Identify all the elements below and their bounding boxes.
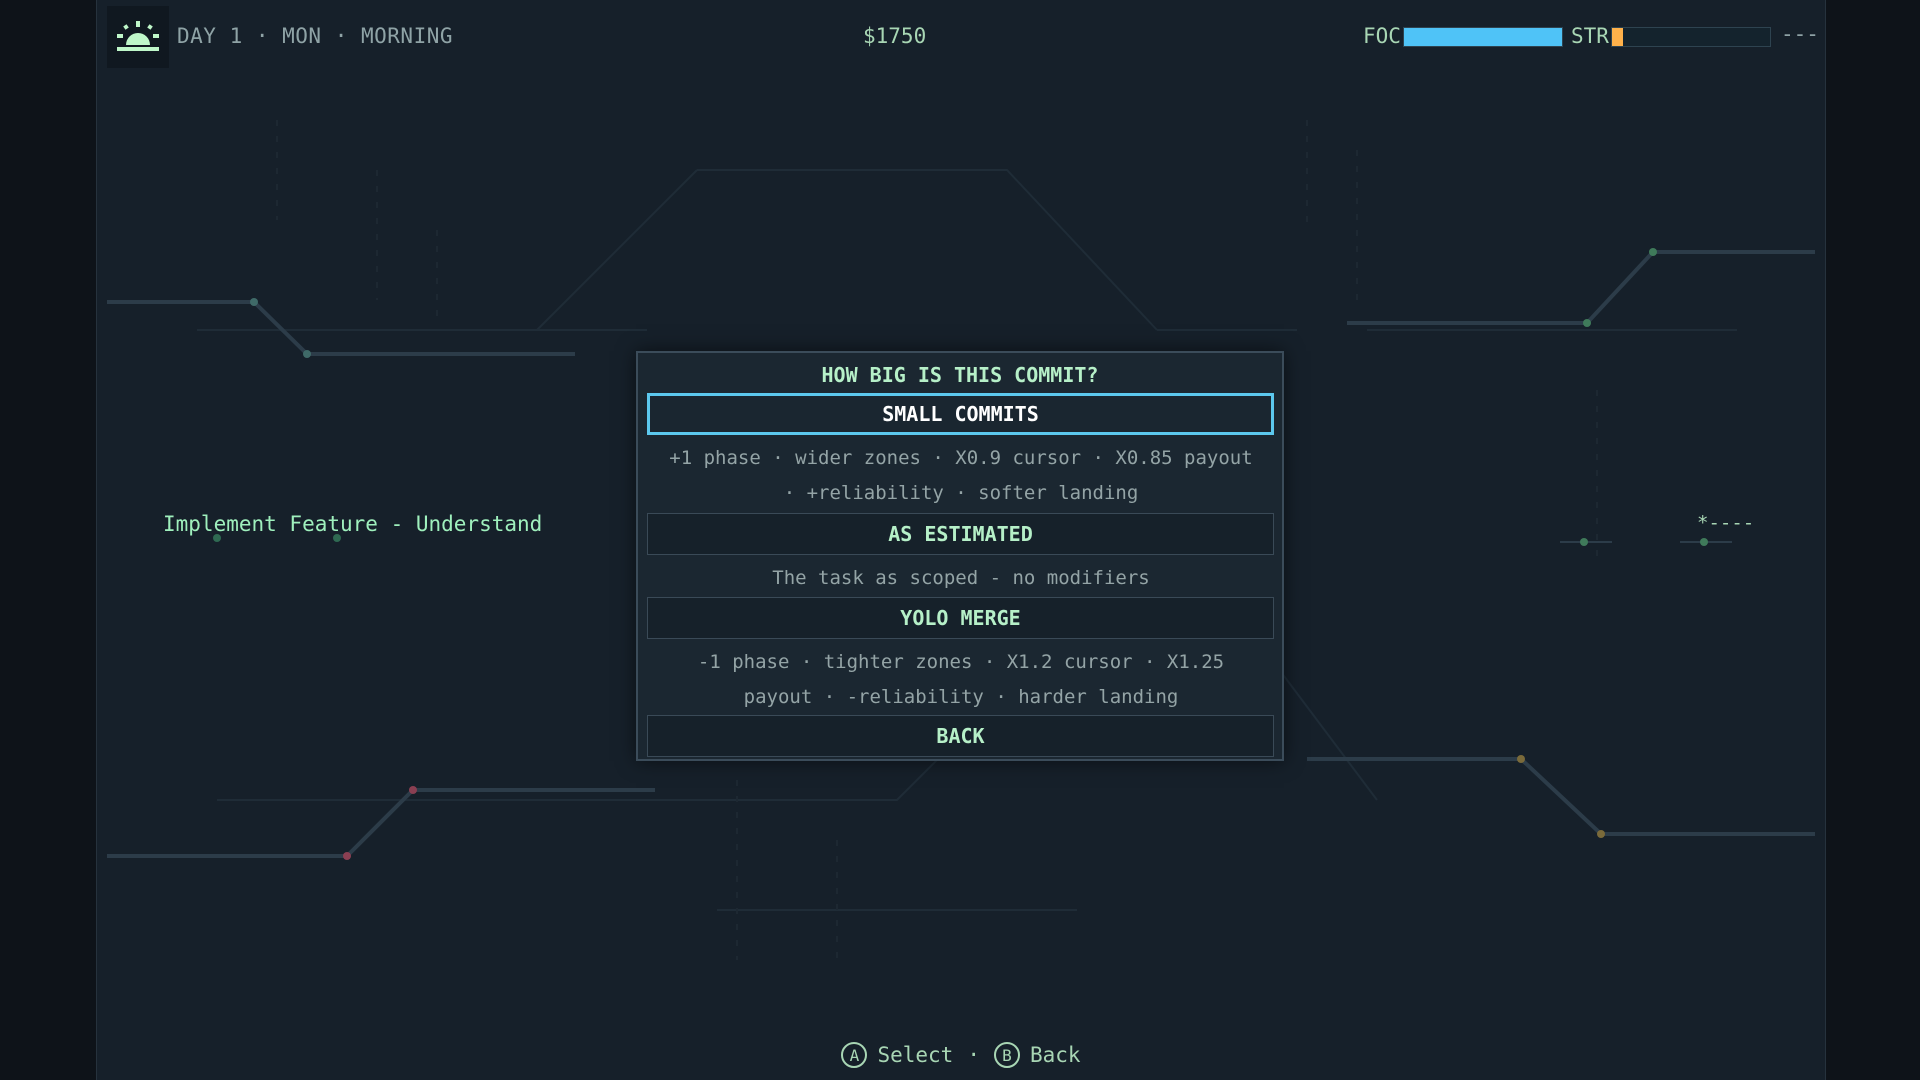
a-button-icon: A — [841, 1042, 868, 1068]
small-commits-desc-line-1: +1 phase · wider zones · X0.9 cursor · X… — [669, 447, 1253, 469]
commit-size-dialog: HOW BIG IS THIS COMMIT? SMALL COMMITS +1… — [636, 351, 1284, 761]
as-estimated-label: AS ESTIMATED — [888, 522, 1033, 546]
time-of-day: DAY 1 · MON · MORNING — [177, 24, 454, 48]
sunrise-icon — [107, 6, 169, 68]
yolo-merge-desc-line-2: payout · -reliability · harder landing — [743, 686, 1179, 708]
small-commits-desc-line-2: · +reliability · softer landing — [783, 482, 1139, 504]
yolo-merge-description: -1 phase · tighter zones · X1.2 cursor ·… — [652, 645, 1270, 715]
connector-top-right — [1347, 248, 1815, 327]
focus-meter-fill — [1404, 28, 1562, 46]
b-button-icon: B — [993, 1042, 1020, 1068]
yolo-merge-label: YOLO MERGE — [900, 606, 1021, 630]
task-label: Implement Feature - Understand — [163, 512, 543, 536]
as-estimated-option[interactable]: AS ESTIMATED — [647, 513, 1274, 555]
game-viewport: DAY 1 · MON · MORNING $1750 FOC STR --- … — [96, 0, 1826, 1080]
yolo-merge-option[interactable]: YOLO MERGE — [647, 597, 1274, 639]
stress-meter-fill — [1612, 28, 1624, 46]
as-estimated-desc-line-1: The task as scoped - no modifiers — [772, 567, 1150, 589]
hud-extra-indicator: --- — [1781, 22, 1819, 46]
back-option-label: BACK — [936, 724, 985, 748]
as-estimated-description: The task as scoped - no modifiers — [652, 561, 1270, 596]
stress-meter — [1611, 27, 1771, 47]
controls-hint: A Select · B Back — [97, 1042, 1825, 1068]
focus-label: FOC — [1363, 24, 1401, 48]
small-commits-description: +1 phase · wider zones · X0.9 cursor · X… — [652, 441, 1270, 511]
connector-top-left — [107, 298, 575, 358]
hint-separator: · — [967, 1043, 980, 1067]
select-hint: Select — [877, 1043, 954, 1067]
small-commits-option[interactable]: SMALL COMMITS — [647, 393, 1274, 435]
stress-label: STR — [1571, 24, 1609, 48]
small-commits-label: SMALL COMMITS — [882, 402, 1039, 426]
money-counter: $1750 — [863, 24, 927, 48]
back-option[interactable]: BACK — [647, 715, 1274, 757]
back-hint: Back — [1029, 1043, 1081, 1067]
connector-bottom-right — [1307, 755, 1815, 838]
dialog-title: HOW BIG IS THIS COMMIT? — [821, 363, 1099, 387]
side-marker: *---- — [1697, 512, 1755, 534]
yolo-merge-desc-line-1: -1 phase · tighter zones · X1.2 cursor ·… — [697, 651, 1225, 673]
focus-meter — [1403, 27, 1563, 47]
connector-bottom-left — [107, 786, 655, 860]
